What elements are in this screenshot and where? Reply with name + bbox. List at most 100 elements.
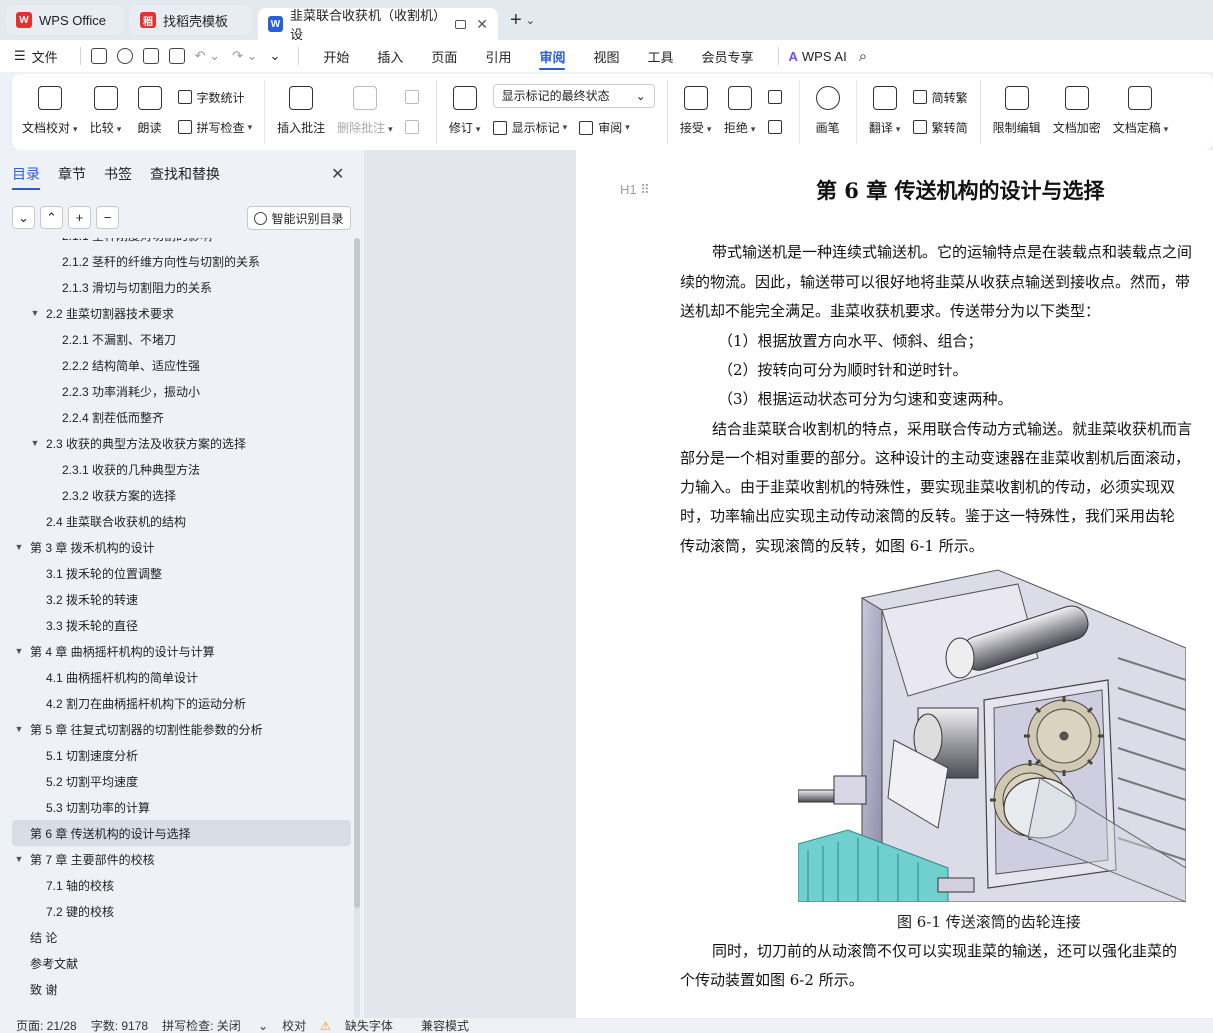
tab-bookmarks[interactable]: 书签 bbox=[104, 164, 132, 190]
close-icon[interactable]: ✕ bbox=[476, 16, 488, 33]
toc-item[interactable]: ▼ 2.3 收获的典型方法及收获方案的选择 bbox=[12, 430, 351, 456]
toc-item[interactable]: 参考文献 bbox=[12, 950, 351, 976]
toc-item[interactable]: 4.1 曲柄摇杆机构的简单设计 bbox=[12, 664, 351, 690]
toc-item[interactable]: 第 6 章 传送机构的设计与选择 bbox=[12, 820, 351, 846]
toc-item[interactable]: 致 谢 bbox=[12, 976, 351, 1002]
collapse-up-icon[interactable]: ⌃ bbox=[40, 206, 63, 229]
print-preview-icon[interactable] bbox=[168, 48, 185, 64]
toc-item[interactable]: 2.1.2 茎秆的纤维方向性与切割的关系 bbox=[12, 248, 351, 274]
chevron-down-icon[interactable]: ▼ bbox=[12, 542, 26, 552]
chevron-down-icon[interactable]: ▼ bbox=[12, 724, 26, 734]
toc-item[interactable]: 4.2 割刀在曲柄摇杆机构下的运动分析 bbox=[12, 690, 351, 716]
file-menu[interactable]: ☰ 文件 bbox=[14, 47, 58, 66]
redo-icon[interactable]: ↷ ⌄ bbox=[232, 48, 257, 64]
delete-comment-button[interactable]: 删除批注 ▾ bbox=[331, 80, 399, 144]
review-pane-button[interactable]: 审阅 ▾ bbox=[579, 119, 630, 136]
tab-member[interactable]: 会员专享 bbox=[688, 40, 768, 72]
pen-button[interactable]: 画笔 bbox=[806, 80, 850, 144]
toc-item[interactable]: 2.2.2 结构简单、适应性强 bbox=[12, 352, 351, 378]
tab-chapters[interactable]: 章节 bbox=[58, 164, 86, 190]
spell-check-status[interactable]: 拼写检查: 关闭 ⌄ bbox=[162, 1017, 268, 1033]
translate-button[interactable]: 翻译 ▾ bbox=[863, 80, 907, 144]
smart-toc-button[interactable]: 智能识别目录 bbox=[247, 206, 351, 230]
tab-reference[interactable]: 引用 bbox=[471, 40, 525, 72]
read-aloud-button[interactable]: 朗读 bbox=[128, 80, 172, 144]
tab-find-replace[interactable]: 查找和替换 bbox=[150, 164, 220, 190]
chevron-down-icon[interactable]: ▼ bbox=[12, 854, 26, 864]
toc-item[interactable]: ▼ 第 5 章 往复式切割器的切割性能参数的分析 bbox=[12, 716, 351, 742]
tab-review[interactable]: 审阅 bbox=[525, 40, 579, 72]
spell-check-button[interactable]: 拼写检查 ▾ bbox=[177, 114, 252, 140]
print-icon[interactable] bbox=[142, 48, 159, 64]
tab-insert[interactable]: 插入 bbox=[363, 40, 417, 72]
toc-item[interactable]: 5.2 切割平均速度 bbox=[12, 768, 351, 794]
encrypt-button[interactable]: 文档加密 bbox=[1047, 80, 1107, 144]
toc-item[interactable]: ▼ 第 3 章 拨禾机构的设计 bbox=[12, 534, 351, 560]
tab-view[interactable]: 视图 bbox=[579, 40, 633, 72]
scrollbar-thumb[interactable] bbox=[354, 238, 360, 908]
heading-marker-icon[interactable]: H1 ⠿ bbox=[620, 182, 650, 198]
missing-font-status[interactable]: ⚠ 缺失字体 bbox=[320, 1017, 407, 1033]
toc-item[interactable]: 结 论 bbox=[12, 924, 351, 950]
to-traditional-button[interactable]: 简转繁 bbox=[912, 84, 968, 110]
word-count-button[interactable]: 字数统计 bbox=[177, 84, 253, 110]
undo-icon[interactable]: ↶ ⌄ bbox=[195, 48, 220, 64]
doc-check-button[interactable]: 文档校对 ▾ bbox=[16, 80, 84, 144]
toc-item[interactable]: 2.4 韭菜联合收获机的结构 bbox=[12, 508, 351, 534]
close-icon[interactable]: ✕ bbox=[331, 164, 344, 184]
accept-button[interactable]: 接受 ▾ bbox=[674, 80, 718, 144]
toc-item[interactable]: 7.2 键的校核 bbox=[12, 898, 351, 924]
finalize-button[interactable]: 文档定稿 ▾ bbox=[1107, 80, 1175, 144]
toc-item[interactable]: 2.2.4 割茬低而整齐 bbox=[12, 404, 351, 430]
remove-icon[interactable]: − bbox=[96, 206, 119, 229]
toc-item[interactable]: ▼ 2.2 韭菜切割器技术要求 bbox=[12, 300, 351, 326]
toc-item[interactable]: 2.1.1 茎秆刚度对切割的影响 bbox=[12, 238, 351, 248]
page-indicator[interactable]: 页面: 21/28 bbox=[16, 1017, 77, 1033]
insert-comment-button[interactable]: 插入批注 bbox=[271, 80, 331, 144]
prev-change-button[interactable] bbox=[767, 84, 787, 110]
toc-item[interactable]: 2.1.3 滑切与切割阻力的关系 bbox=[12, 274, 351, 300]
new-tab-button[interactable]: + ⌄ bbox=[510, 5, 535, 35]
toc-item[interactable]: 5.3 切割功率的计算 bbox=[12, 794, 351, 820]
toc-item[interactable]: 3.2 拨禾轮的转速 bbox=[12, 586, 351, 612]
toc-item[interactable]: 5.1 切割速度分析 bbox=[12, 742, 351, 768]
search-icon[interactable]: ⌕ bbox=[859, 48, 867, 65]
restrict-edit-button[interactable]: 限制编辑 bbox=[987, 80, 1047, 144]
tab-document[interactable]: W 韭菜联合收获机（收割机）设 ✕ bbox=[258, 8, 498, 42]
tab-wps-office[interactable]: W WPS Office bbox=[6, 5, 124, 35]
wps-ai-button[interactable]: A WPS AI bbox=[789, 49, 847, 64]
chevron-down-icon[interactable]: ▼ bbox=[28, 438, 42, 448]
compare-button[interactable]: 比较 ▾ bbox=[84, 80, 128, 144]
word-count-indicator[interactable]: 字数: 9178 bbox=[91, 1017, 148, 1033]
toc-item[interactable]: 2.3.2 收获方案的选择 bbox=[12, 482, 351, 508]
toc-item[interactable]: ▼ 第 4 章 曲柄摇杆机构的设计与计算 bbox=[12, 638, 351, 664]
markup-state-select[interactable]: 显示标记的最终状态 ⌄ bbox=[492, 83, 655, 108]
prev-comment-button[interactable] bbox=[404, 84, 424, 110]
toc-item[interactable]: 3.1 拨禾轮的位置调整 bbox=[12, 560, 351, 586]
tab-tools[interactable]: 工具 bbox=[633, 40, 687, 72]
save-icon[interactable] bbox=[90, 48, 107, 64]
tab-toc[interactable]: 目录 bbox=[12, 164, 40, 190]
toc-item[interactable]: 7.1 轴的校核 bbox=[12, 872, 351, 898]
toc-item[interactable]: ▼ 第 7 章 主要部件的校核 bbox=[12, 846, 351, 872]
tab-page[interactable]: 页面 bbox=[417, 40, 471, 72]
toc-item[interactable]: 3.3 拨禾轮的直径 bbox=[12, 612, 351, 638]
expand-down-icon[interactable]: ⌄ bbox=[12, 206, 35, 229]
add-icon[interactable]: + bbox=[68, 206, 91, 229]
reject-button[interactable]: 拒绝 ▾ bbox=[718, 80, 762, 144]
next-comment-button[interactable] bbox=[404, 114, 424, 140]
share-icon[interactable] bbox=[116, 48, 133, 64]
proofread-status[interactable]: 校对 bbox=[282, 1017, 306, 1033]
show-markup-button[interactable]: 显示标记 ▾ bbox=[492, 119, 567, 136]
chevron-down-icon[interactable]: ▼ bbox=[28, 308, 42, 318]
tab-template[interactable]: 稻 找稻壳模板 bbox=[130, 5, 252, 35]
more-icon[interactable]: ⌄ bbox=[269, 48, 280, 64]
chevron-down-icon[interactable]: ▼ bbox=[12, 646, 26, 656]
revise-button[interactable]: 修订 ▾ bbox=[443, 80, 487, 144]
next-change-button[interactable] bbox=[767, 114, 787, 140]
toc-item[interactable]: 2.3.1 收获的几种典型方法 bbox=[12, 456, 351, 482]
toc-item[interactable]: 2.2.3 功率消耗少，振动小 bbox=[12, 378, 351, 404]
tab-home[interactable]: 开始 bbox=[309, 40, 363, 72]
toc-item[interactable]: 2.2.1 不漏割、不堵刀 bbox=[12, 326, 351, 352]
to-simplified-button[interactable]: 繁转简 bbox=[912, 114, 968, 140]
